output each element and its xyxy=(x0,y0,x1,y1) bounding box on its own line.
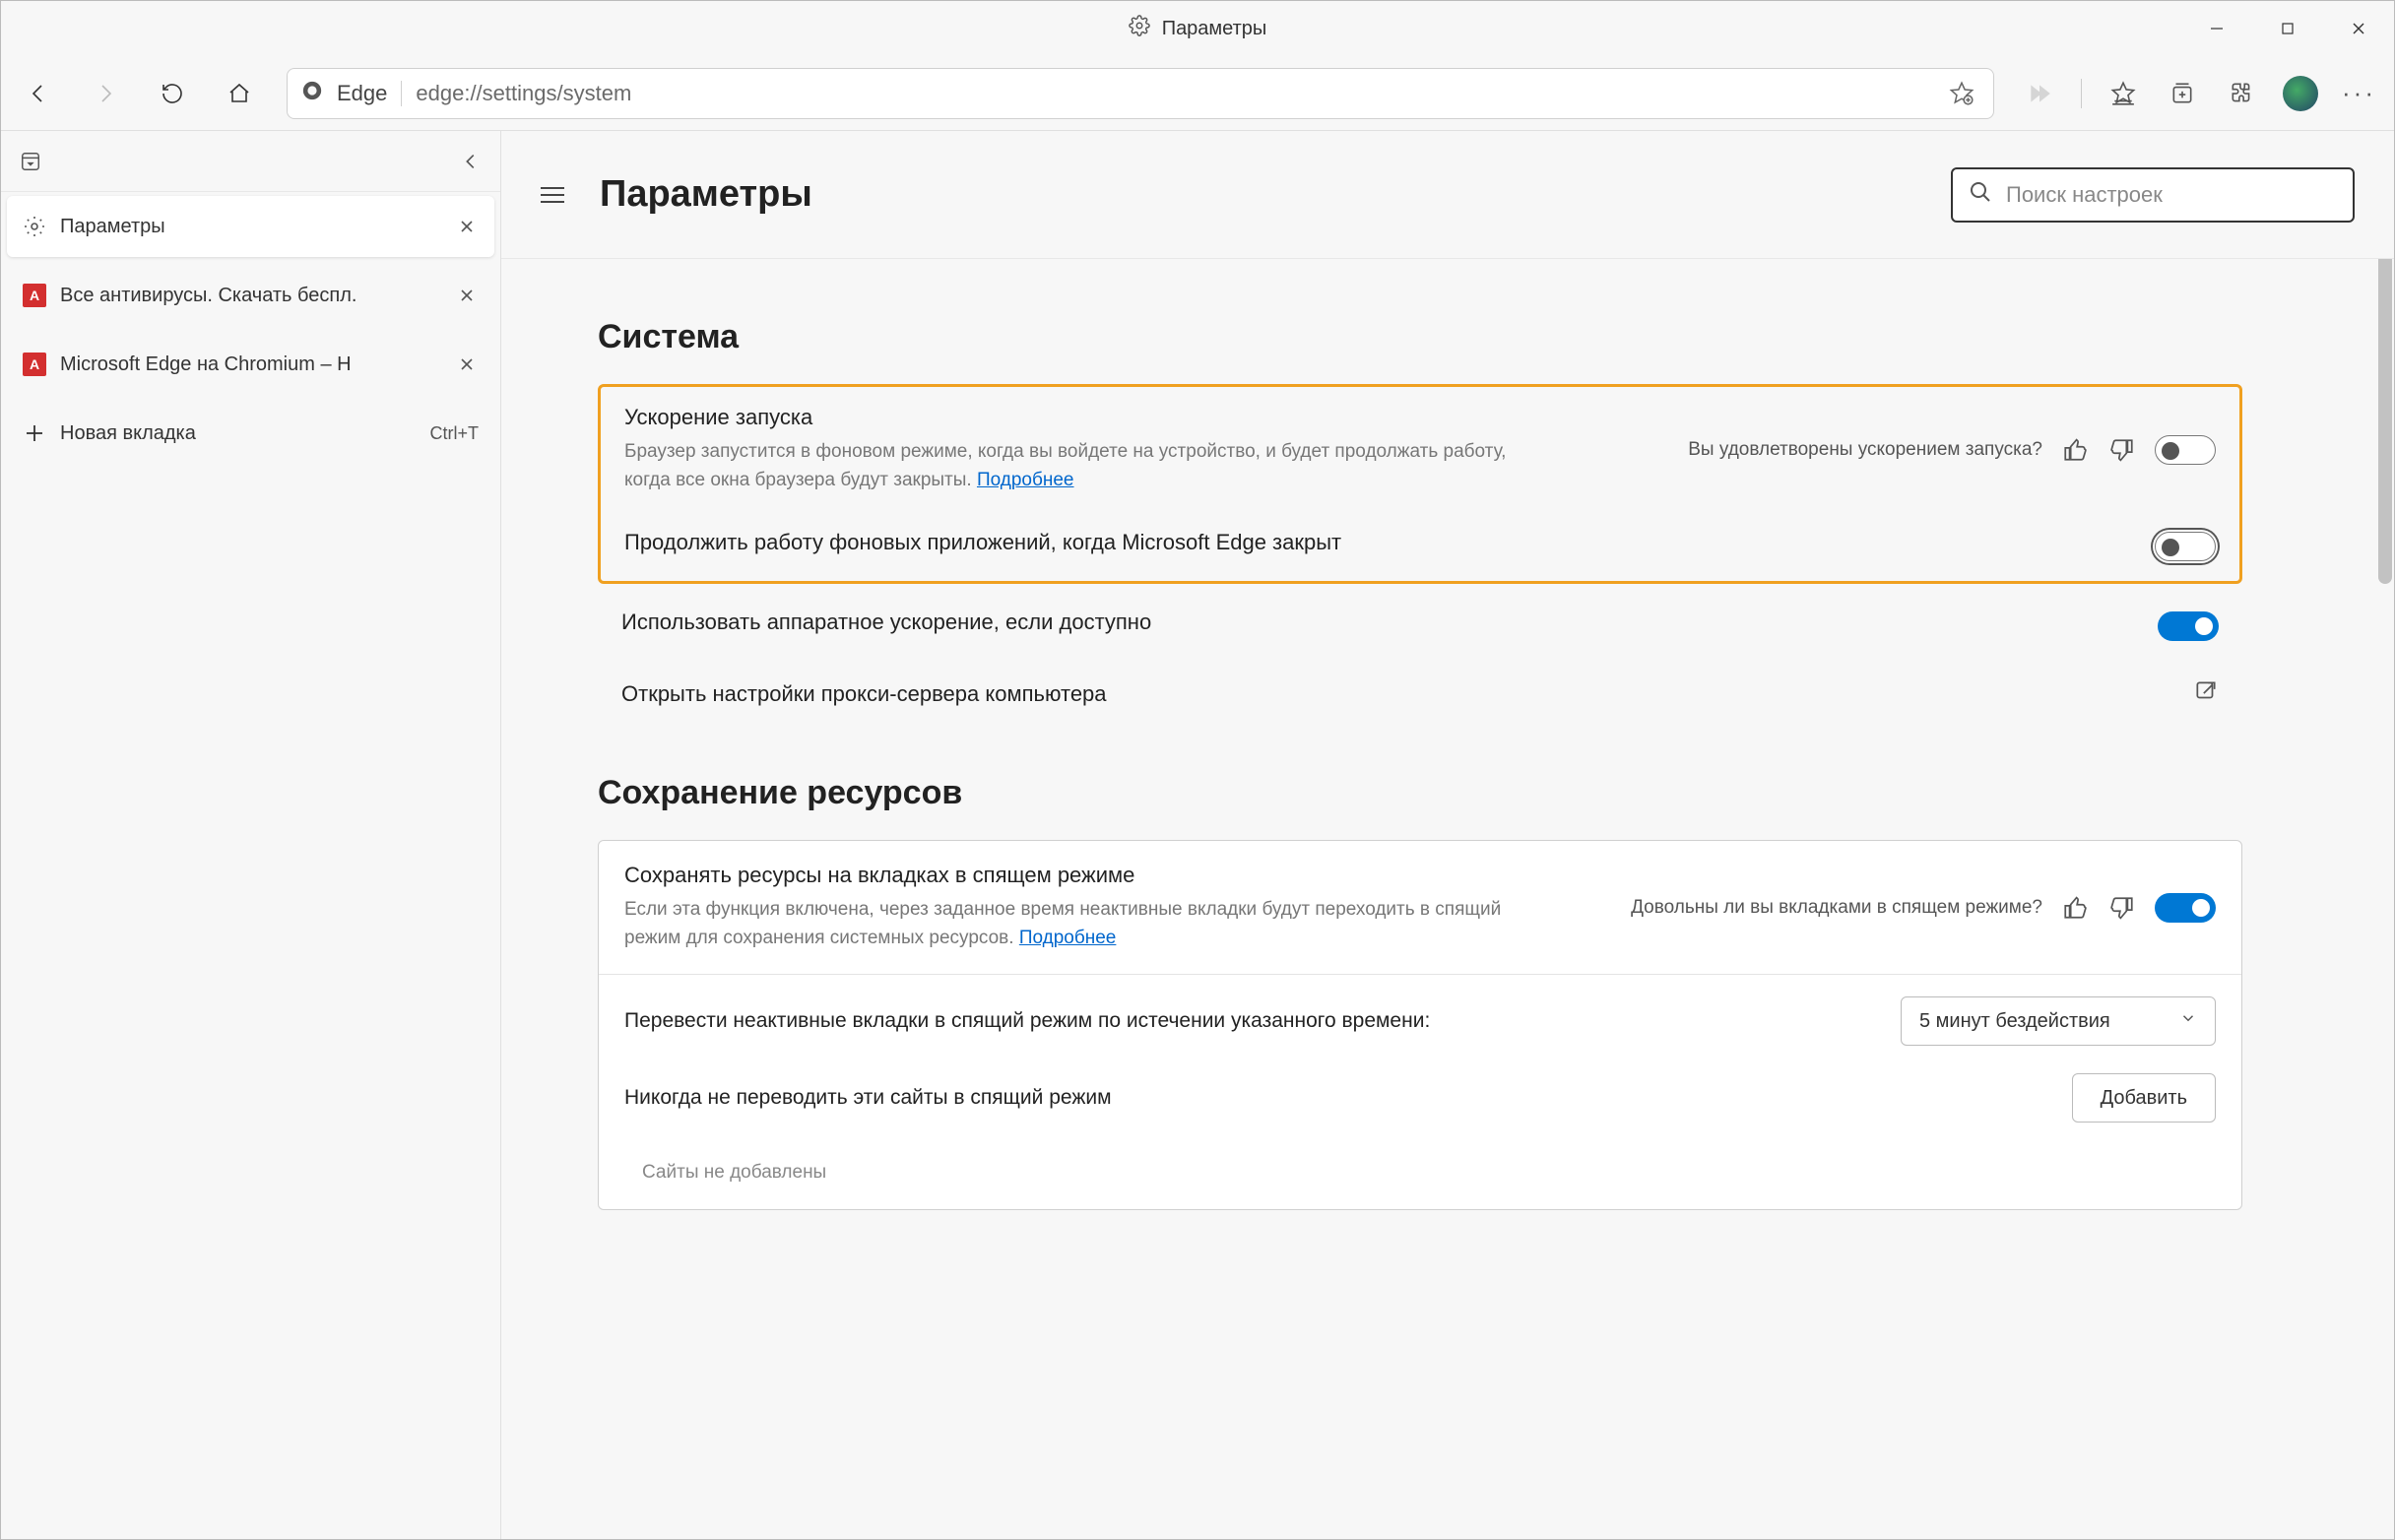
thumbs-up-button[interactable] xyxy=(2060,435,2090,465)
setting-title: Ускорение запуска xyxy=(624,405,1670,430)
section-heading-resources: Сохранение ресурсов xyxy=(598,774,2242,812)
window-close-button[interactable] xyxy=(2323,1,2394,56)
site-favicon: А xyxy=(23,353,46,376)
tab-item-settings[interactable]: Параметры xyxy=(7,196,494,257)
settings-search-input[interactable] xyxy=(2006,182,2337,208)
tab-item-edge-chromium[interactable]: А Microsoft Edge на Chromium – Н xyxy=(7,334,494,395)
edge-logo-icon xyxy=(301,80,323,107)
chevron-down-icon xyxy=(2179,1009,2197,1033)
profile-avatar[interactable] xyxy=(2283,76,2318,111)
window-titlebar: Параметры xyxy=(1,1,2394,56)
new-tab-shortcut: Ctrl+T xyxy=(430,423,480,444)
setting-sleeping-tabs: Сохранять ресурсы на вкладках в спящем р… xyxy=(599,841,2241,974)
gear-icon xyxy=(23,215,46,238)
setting-title: Открыть настройки прокси-сервера компьют… xyxy=(621,681,2193,707)
gear-icon xyxy=(1129,15,1150,42)
settings-search-box[interactable] xyxy=(1951,167,2355,223)
setting-title: Сохранять ресурсы на вкладках в спящем р… xyxy=(624,863,1613,888)
setting-title: Использовать аппаратное ускорение, если … xyxy=(621,610,2140,635)
toolbar-separator xyxy=(2081,79,2082,108)
address-bar-appname: Edge xyxy=(337,81,387,106)
collapse-tabs-icon[interactable] xyxy=(453,144,488,179)
tab-actions-icon[interactable] xyxy=(13,144,48,179)
select-value: 5 минут бездействия xyxy=(1919,1010,2110,1033)
tab-label: Microsoft Edge на Chromium – Н xyxy=(60,353,441,376)
setting-hardware-acceleration: Использовать аппаратное ускорение, если … xyxy=(598,592,2242,661)
feedback-question: Вы удовлетворены ускорением запуска? xyxy=(1688,439,2042,461)
learn-more-link[interactable]: Подробнее xyxy=(1019,928,1117,948)
search-icon xyxy=(1969,180,1992,209)
settings-menu-button[interactable] xyxy=(541,175,580,215)
setting-proxy-link[interactable]: Открыть настройки прокси-сервера компьют… xyxy=(598,661,2242,727)
address-bar-url: edge://settings/system xyxy=(416,81,631,106)
nav-back-button[interactable] xyxy=(19,74,58,113)
window-maximize-button[interactable] xyxy=(2252,1,2323,56)
setting-description: Если эта функция включена, через заданно… xyxy=(624,896,1511,952)
new-tab-button[interactable]: Новая вкладка Ctrl+T xyxy=(7,403,494,464)
feedback-question: Довольны ли вы вкладками в спящем режиме… xyxy=(1631,897,2042,919)
empty-sites-message: Сайты не добавлены xyxy=(599,1144,2241,1209)
window-title: Параметры xyxy=(1162,18,1267,40)
setting-startup-boost: Ускорение запуска Браузер запустится в ф… xyxy=(601,387,2239,512)
favorite-star-icon[interactable] xyxy=(1944,76,1979,111)
setting-title: Продолжить работу фоновых приложений, ко… xyxy=(624,530,2137,555)
setting-title: Никогда не переводить эти сайты в спящий… xyxy=(624,1086,2054,1110)
thumbs-down-button[interactable] xyxy=(2107,435,2137,465)
setting-background-apps: Продолжить работу фоновых приложений, ко… xyxy=(601,512,2239,581)
more-menu-button[interactable]: ··· xyxy=(2342,78,2376,108)
tab-label: Все антивирусы. Скачать беспл. xyxy=(60,285,441,307)
tab-item-antivirus[interactable]: А Все антивирусы. Скачать беспл. xyxy=(7,265,494,326)
learn-more-link[interactable]: Подробнее xyxy=(977,470,1074,490)
collections-icon[interactable] xyxy=(2165,76,2200,111)
setting-description: Браузер запустится в фоновом режиме, ког… xyxy=(624,438,1511,494)
nav-refresh-button[interactable] xyxy=(153,74,192,113)
extensions-icon[interactable] xyxy=(2224,76,2259,111)
address-bar[interactable]: Edge edge://settings/system xyxy=(287,68,1994,119)
address-bar-separator xyxy=(401,81,402,106)
tab-label: Параметры xyxy=(60,216,441,238)
nav-home-button[interactable] xyxy=(220,74,259,113)
forward-arrow-icon[interactable] xyxy=(2022,76,2057,111)
site-favicon: А xyxy=(23,284,46,307)
plus-icon xyxy=(23,421,46,445)
sleep-timeout-select[interactable]: 5 минут бездействия xyxy=(1901,996,2216,1046)
thumbs-down-button[interactable] xyxy=(2107,893,2137,923)
resources-card: Сохранять ресурсы на вкладках в спящем р… xyxy=(598,840,2242,1210)
settings-page-title: Параметры xyxy=(600,173,1951,216)
setting-sleep-timeout: Перевести неактивные вкладки в спящий ре… xyxy=(599,974,2241,1067)
tab-close-button[interactable] xyxy=(455,215,479,238)
toggle-sleeping-tabs[interactable] xyxy=(2155,893,2216,923)
toggle-background-apps[interactable] xyxy=(2155,532,2216,561)
setting-title: Перевести неактивные вкладки в спящий ре… xyxy=(624,1009,1883,1033)
new-tab-label: Новая вкладка xyxy=(60,422,417,445)
favorites-icon[interactable] xyxy=(2105,76,2141,111)
browser-toolbar: Edge edge://settings/system ··· xyxy=(1,56,2394,131)
highlighted-settings-group: Ускорение запуска Браузер запустится в ф… xyxy=(598,384,2242,584)
external-link-icon xyxy=(2193,678,2219,709)
window-minimize-button[interactable] xyxy=(2181,1,2252,56)
nav-forward-button[interactable] xyxy=(86,74,125,113)
section-heading-system: Система xyxy=(598,318,2242,356)
thumbs-up-button[interactable] xyxy=(2060,893,2090,923)
vertical-tabs-sidebar: Параметры А Все антивирусы. Скачать бесп… xyxy=(1,131,501,1539)
toggle-hardware-acceleration[interactable] xyxy=(2158,611,2219,641)
settings-content: Параметры Система Ускорение запуска xyxy=(501,131,2394,1539)
tab-close-button[interactable] xyxy=(455,353,479,376)
add-site-button[interactable]: Добавить xyxy=(2072,1073,2216,1123)
setting-never-sleep-sites: Никогда не переводить эти сайты в спящий… xyxy=(599,1067,2241,1144)
tab-close-button[interactable] xyxy=(455,284,479,307)
toggle-startup-boost[interactable] xyxy=(2155,435,2216,465)
